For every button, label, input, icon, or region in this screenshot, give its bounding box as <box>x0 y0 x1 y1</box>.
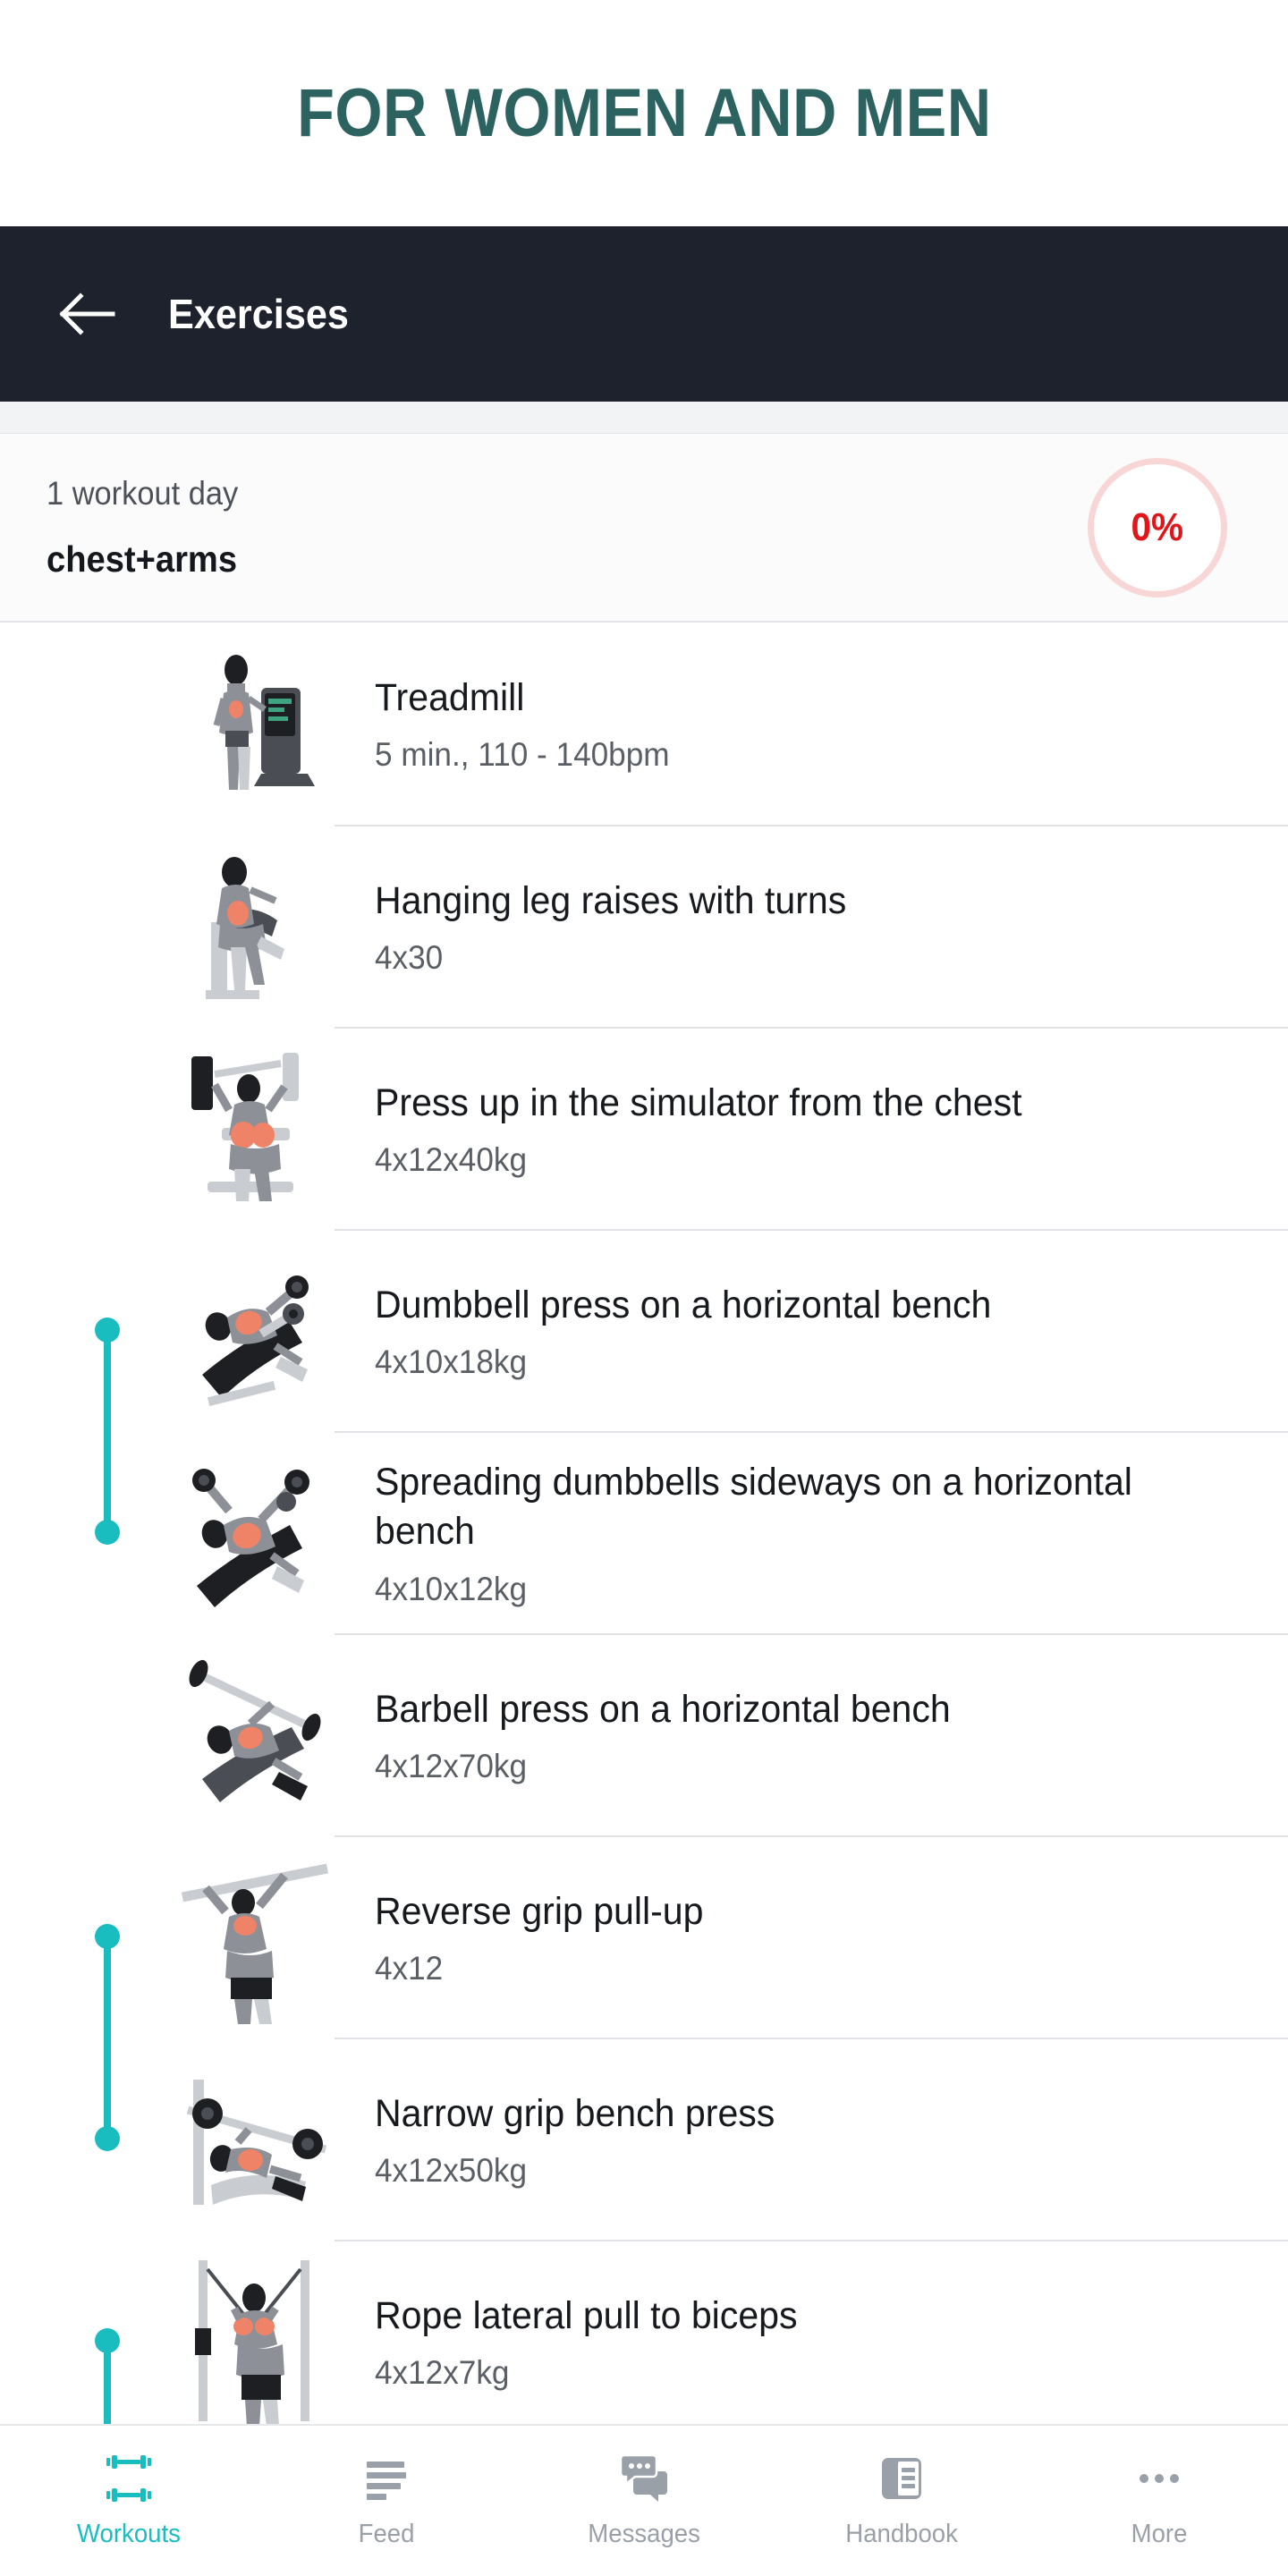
exercise-row[interactable]: Hanging leg raises with turns 4x30 <box>0 825 1288 1027</box>
page-title: Exercises <box>168 291 349 337</box>
exercise-thumbnail <box>175 1229 335 1431</box>
exercise-row[interactable]: Barbell press on a horizontal bench 4x12x… <box>0 1633 1288 1835</box>
exercise-sets: 4x10x18kg <box>375 1343 528 1381</box>
exercise-list: Treadmill 5 min., 110 - 140bpm Hanging le… <box>0 623 1288 2424</box>
exercise-info: Press up in the simulator from the chest… <box>335 1027 1288 1229</box>
exercise-thumbnail <box>175 1431 335 1633</box>
progress-value: 0% <box>1131 504 1184 549</box>
exercise-sets: 4x10x12kg <box>375 1570 528 1607</box>
exercise-sets: 4x30 <box>375 939 444 977</box>
bottom-navigation: Workouts Feed Messages Handbook More <box>0 2424 1288 2576</box>
exercise-sets: 4x12 <box>375 1950 444 1987</box>
dumbbells-icon <box>104 2453 154 2504</box>
exercise-sets: 4x12x50kg <box>375 2152 528 2190</box>
exercise-sets: 4x12x7kg <box>375 2354 510 2392</box>
nav-label: Handbook <box>845 2519 958 2548</box>
exercise-sets: 5 min., 110 - 140bpm <box>375 736 670 774</box>
arrow-left-icon <box>59 292 115 335</box>
feed-lines-icon <box>361 2453 411 2504</box>
nav-item-messages[interactable]: Messages <box>515 2453 773 2549</box>
exercise-info: Hanging leg raises with turns 4x30 <box>335 825 1288 1027</box>
exercise-thumbnail <box>175 2038 335 2240</box>
exercise-name: Narrow grip bench press <box>375 2091 775 2135</box>
back-button[interactable] <box>54 281 120 347</box>
exercise-info: Barbell press on a horizontal bench 4x12x… <box>335 1633 1288 1835</box>
exercise-row[interactable]: Spreading dumbbells sideways on a horizo… <box>0 1431 1288 1633</box>
exercise-row[interactable]: Dumbbell press on a horizontal bench 4x10… <box>0 1229 1288 1431</box>
divider-strip <box>0 402 1288 434</box>
nav-label: Feed <box>358 2519 415 2548</box>
exercise-thumbnail <box>175 1835 335 2038</box>
exercise-row[interactable]: Treadmill 5 min., 110 - 140bpm <box>0 623 1288 825</box>
book-icon <box>877 2453 927 2504</box>
workout-day-summary[interactable]: 1 workout day chest+arms 0% <box>0 434 1288 623</box>
exercise-row[interactable]: Reverse grip pull-up 4x12 <box>0 1835 1288 2038</box>
ellipsis-icon <box>1134 2453 1184 2504</box>
exercise-info: Rope lateral pull to biceps 4x12x7kg <box>335 2240 1288 2424</box>
exercise-row[interactable]: Narrow grip bench press 4x12x50kg <box>0 2038 1288 2240</box>
workout-day-count: 1 workout day <box>47 474 239 512</box>
exercise-row[interactable]: Press up in the simulator from the chest… <box>0 1027 1288 1229</box>
exercise-info: Treadmill 5 min., 110 - 140bpm <box>335 623 1288 825</box>
app-screen: FOR WOMEN AND MEN Exercises 1 workout da… <box>0 0 1288 2576</box>
exercise-thumbnail <box>175 623 335 825</box>
exercise-name: Rope lateral pull to biceps <box>375 2293 798 2337</box>
chat-bubbles-icon <box>619 2453 669 2504</box>
exercise-list-scroll[interactable]: Treadmill 5 min., 110 - 140bpm Hanging le… <box>0 623 1288 2424</box>
exercise-info: Reverse grip pull-up 4x12 <box>335 1835 1288 2038</box>
exercise-info: Spreading dumbbells sideways on a horizo… <box>335 1431 1288 1633</box>
nav-label: Messages <box>588 2519 700 2548</box>
exercise-name: Dumbbell press on a horizontal bench <box>375 1283 992 1326</box>
exercise-sets: 4x12x70kg <box>375 1748 528 1785</box>
exercise-row[interactable]: Rope lateral pull to biceps 4x12x7kg <box>0 2240 1288 2424</box>
nav-label: More <box>1131 2519 1188 2548</box>
app-bar: Exercises <box>0 226 1288 402</box>
nav-label: Workouts <box>77 2519 181 2548</box>
exercise-info: Narrow grip bench press 4x12x50kg <box>335 2038 1288 2240</box>
promo-title: FOR WOMEN AND MEN <box>296 75 992 151</box>
exercise-thumbnail <box>175 1027 335 1229</box>
exercise-thumbnail <box>175 2240 335 2424</box>
exercise-name: Treadmill <box>375 675 525 719</box>
exercise-thumbnail <box>175 1633 335 1835</box>
nav-item-handbook[interactable]: Handbook <box>773 2453 1030 2549</box>
nav-item-feed[interactable]: Feed <box>258 2453 515 2549</box>
nav-item-workouts[interactable]: Workouts <box>0 2453 258 2549</box>
promo-banner: FOR WOMEN AND MEN <box>0 0 1288 226</box>
exercise-info: Dumbbell press on a horizontal bench 4x10… <box>335 1229 1288 1431</box>
exercise-name: Press up in the simulator from the chest <box>375 1080 1022 1124</box>
exercise-sets: 4x12x40kg <box>375 1141 528 1179</box>
exercise-name: Spreading dumbbells sideways on a horizo… <box>375 1461 1132 1553</box>
exercise-name: Hanging leg raises with turns <box>375 878 847 922</box>
exercise-thumbnail <box>175 825 335 1027</box>
workout-day-name: chest+arms <box>47 538 238 580</box>
nav-item-more[interactable]: More <box>1030 2453 1288 2549</box>
progress-badge: 0% <box>1088 457 1227 597</box>
exercise-name: Reverse grip pull-up <box>375 1889 704 1933</box>
exercise-name: Barbell press on a horizontal bench <box>375 1687 951 1731</box>
